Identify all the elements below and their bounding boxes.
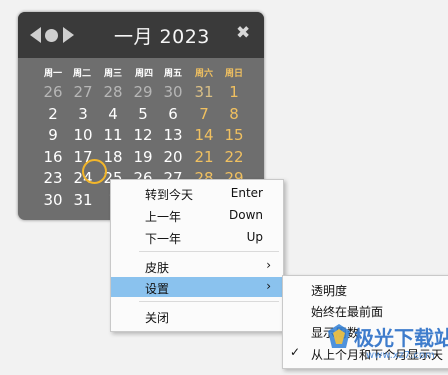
- day-cell[interactable]: 11: [98, 125, 128, 145]
- day-cell[interactable]: 7: [189, 104, 219, 124]
- next-month-icon[interactable]: [63, 27, 74, 43]
- menu-shortcut: Down: [228, 208, 263, 222]
- menu-separator: [139, 251, 279, 252]
- day-cell[interactable]: 27: [68, 82, 98, 102]
- menu-item-go-to-today[interactable]: 转到今天 Enter: [111, 183, 283, 203]
- weekday-label: 周一: [43, 69, 62, 79]
- today-marker: [82, 159, 107, 184]
- menu-item-previous-year[interactable]: 上一年 Down: [111, 205, 283, 225]
- menu-item-label: 设置: [145, 282, 170, 296]
- menu-item-close[interactable]: 关闭: [111, 306, 283, 326]
- watermark-logo-icon: [328, 324, 350, 348]
- watermark-text: 极光下载站: [354, 326, 448, 350]
- menu-shortcut: Up: [246, 230, 263, 244]
- menu-item-label: 皮肤: [145, 261, 170, 275]
- month-navigation: [30, 25, 76, 45]
- day-cell[interactable]: 4: [98, 104, 128, 124]
- menu-item-label: 关闭: [145, 311, 170, 325]
- day-cell[interactable]: 5: [128, 104, 158, 124]
- day-cell[interactable]: 9: [38, 125, 68, 145]
- day-cell[interactable]: 19: [128, 147, 158, 167]
- day-cell[interactable]: 30: [158, 82, 188, 102]
- day-cell[interactable]: 31: [189, 82, 219, 102]
- day-cell[interactable]: 1: [219, 82, 249, 102]
- menu-item-settings[interactable]: 设置 ›: [111, 277, 283, 297]
- menu-shortcut: Enter: [230, 186, 263, 200]
- day-cell[interactable]: 31: [68, 190, 98, 210]
- menu-separator: [139, 301, 279, 302]
- submenu-item-always-on-top[interactable]: 始终在最前面: [283, 300, 448, 320]
- day-cell[interactable]: 2: [38, 104, 68, 124]
- day-cell[interactable]: 23: [38, 168, 68, 188]
- chevron-right-icon: ›: [266, 258, 271, 272]
- previous-month-icon[interactable]: [30, 27, 41, 43]
- checkmark-icon: ✓: [290, 345, 301, 359]
- day-cell[interactable]: 14: [189, 125, 219, 145]
- day-cell[interactable]: 3: [68, 104, 98, 124]
- weekday-label: 周日: [224, 69, 243, 79]
- menu-item-label: 上一年: [145, 210, 182, 224]
- day-cell[interactable]: 15: [219, 125, 249, 145]
- day-cell[interactable]: 20: [158, 147, 188, 167]
- weekday-label: 周二: [72, 69, 91, 79]
- day-cell[interactable]: 29: [128, 82, 158, 102]
- menu-item-label: 下一年: [145, 232, 182, 246]
- day-cell[interactable]: 21: [189, 147, 219, 167]
- day-cell[interactable]: 16: [38, 147, 68, 167]
- day-cell[interactable]: 28: [98, 82, 128, 102]
- weekday-label: 周四: [134, 69, 153, 79]
- weekday-label: 周三: [103, 69, 122, 79]
- calendar-header: 一月 2023 ✖: [18, 12, 264, 58]
- weekday-label: 周五: [163, 69, 182, 79]
- month-year-title: 一月 2023: [114, 26, 210, 48]
- menu-item-next-year[interactable]: 下一年 Up: [111, 227, 283, 247]
- submenu-item-label: 始终在最前面: [311, 305, 384, 319]
- weekday-label: 周六: [194, 69, 213, 79]
- day-cell[interactable]: 6: [158, 104, 188, 124]
- menu-item-label: 转到今天: [145, 188, 194, 202]
- day-cell[interactable]: 12: [128, 125, 158, 145]
- submenu-item-label: 透明度: [311, 284, 348, 298]
- close-icon[interactable]: ✖: [236, 23, 250, 43]
- chevron-right-icon: ›: [266, 279, 271, 293]
- menu-item-skin[interactable]: 皮肤 ›: [111, 256, 283, 276]
- day-cell[interactable]: 10: [68, 125, 98, 145]
- day-cell[interactable]: 13: [158, 125, 188, 145]
- weekday-header-row: 周一 周二 周三 周四 周五 周六 周日: [38, 66, 264, 80]
- day-cell[interactable]: 8: [219, 104, 249, 124]
- day-cell[interactable]: 26: [38, 82, 68, 102]
- submenu-item-opacity[interactable]: 透明度: [283, 279, 448, 299]
- watermark: 极光下载站 www.xz7.com: [326, 322, 448, 372]
- today-dot-icon[interactable]: [45, 29, 58, 42]
- watermark-url: www.xz7.com: [366, 350, 435, 361]
- context-menu: 转到今天 Enter 上一年 Down 下一年 Up 皮肤 › 设置 › 关闭: [110, 179, 284, 332]
- day-cell[interactable]: 30: [38, 190, 68, 210]
- day-cell[interactable]: 22: [219, 147, 249, 167]
